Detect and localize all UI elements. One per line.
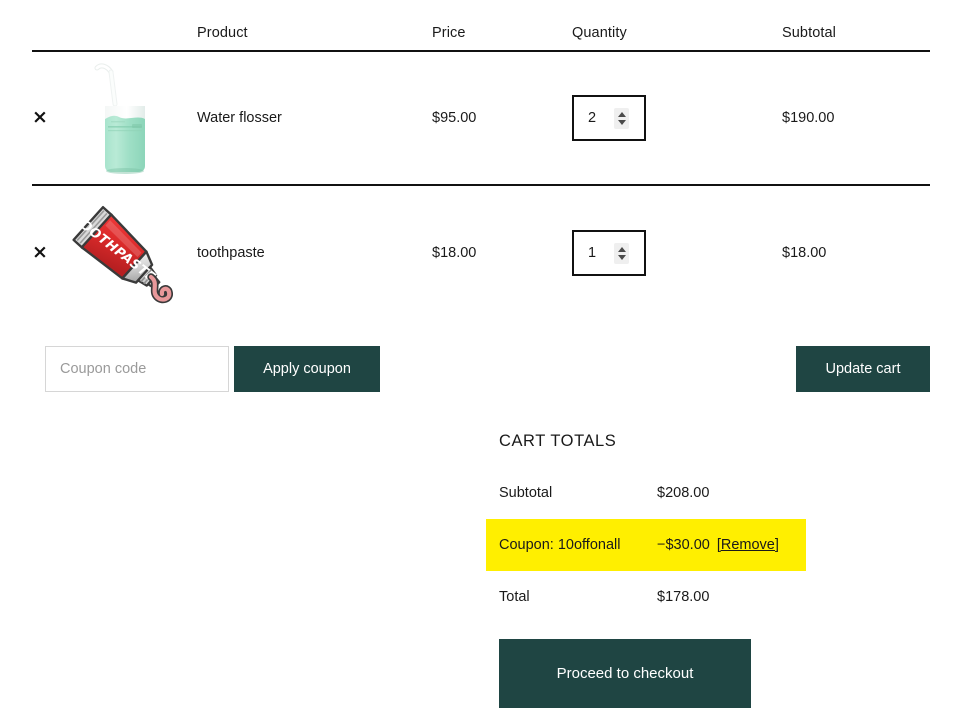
column-header-subtotal: Subtotal [782,25,837,41]
spinner-down-icon[interactable] [617,119,626,125]
subtotal-value: $208.00 [657,485,710,501]
product-subtotal: $190.00 [782,110,835,126]
coupon-code-input[interactable] [45,346,229,392]
remove-item-icon[interactable]: × [32,241,48,263]
subtotal-row: Subtotal $208.00 [499,479,919,507]
column-header-quantity: Quantity [572,25,627,41]
cart-totals-title: CART TOTALS [499,432,617,450]
column-header-price: Price [432,25,466,41]
remove-item-cell: × [32,108,77,128]
product-thumbnail-cell: TOOTHPASTE [69,186,197,320]
column-header-product: Product [197,25,248,41]
coupon-row: Coupon: 10offonall −$30.00 [Remove] [486,519,806,571]
apply-coupon-button[interactable]: Apply coupon [234,346,380,392]
cart-table: Product Price Quantity Subtotal × Water … [32,0,930,320]
product-price: $95.00 [432,110,477,126]
quantity-cell: 2 [572,95,782,141]
quantity-value[interactable]: 1 [588,245,614,261]
proceed-to-checkout-button[interactable]: Proceed to checkout [499,639,751,708]
total-row: Total $178.00 [499,583,919,611]
product-name[interactable]: toothpaste [197,245,432,261]
spinner-up-icon[interactable] [617,111,626,117]
product-subtotal: $18.00 [782,245,827,261]
table-row: × [32,52,930,186]
spinner-down-icon[interactable] [617,254,626,260]
coupon-bar: Apply coupon Update cart [45,346,930,392]
coupon-discount-value: −$30.00 [657,537,710,553]
product-thumbnail-cell [77,52,197,184]
spinner-up-icon[interactable] [617,246,626,252]
column-header-remove [32,41,77,50]
toothpaste-icon[interactable]: TOOTHPASTE [59,191,184,316]
quantity-value[interactable]: 2 [588,110,614,126]
column-header-thumbnail [77,41,197,50]
remove-coupon-link[interactable]: [Remove] [717,537,779,553]
update-cart-button[interactable]: Update cart [796,346,930,392]
product-name[interactable]: Water flosser [197,110,432,126]
subtotal-label: Subtotal [499,485,553,501]
table-row: × [32,186,930,320]
quantity-spinner[interactable] [614,107,629,129]
quantity-stepper[interactable]: 1 [572,230,646,276]
total-label: Total [499,589,530,605]
product-price: $18.00 [432,245,477,261]
coupon-label: Coupon: 10offonall [499,537,621,553]
cart-table-header: Product Price Quantity Subtotal [32,0,930,52]
quantity-cell: 1 [572,230,782,276]
quantity-spinner[interactable] [614,242,629,264]
remove-item-icon[interactable]: × [32,106,48,128]
quantity-stepper[interactable]: 2 [572,95,646,141]
water-flosser-icon[interactable] [77,58,173,178]
total-value: $178.00 [657,589,710,605]
cart-totals-panel: CART TOTALS Subtotal $208.00 Coupon: 10o… [486,432,919,635]
